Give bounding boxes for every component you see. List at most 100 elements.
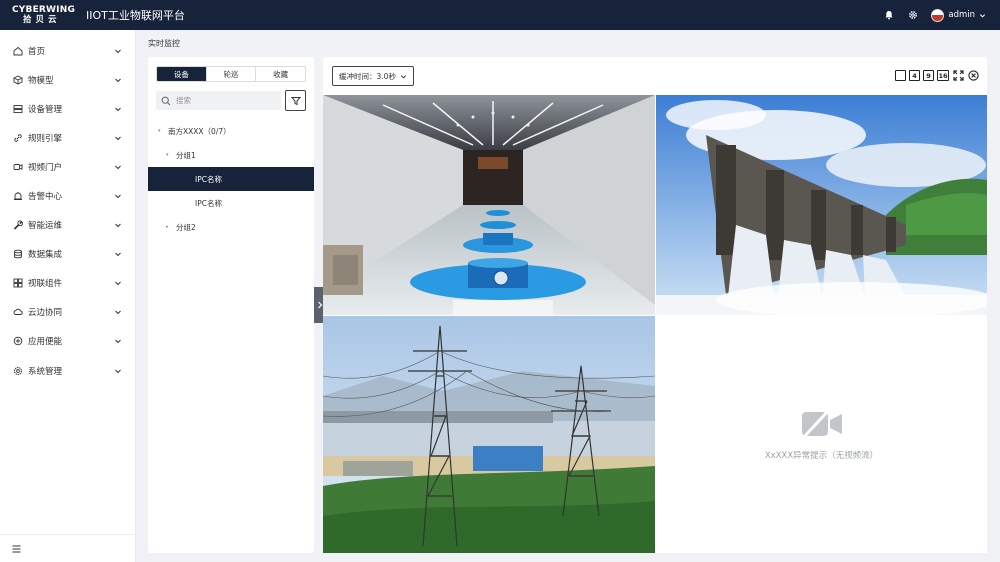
chevron-right-icon — [317, 301, 322, 309]
nav-list: 首页物模型设备管理规则引擎视频门户告警中心智能运维数据集成视联组件云边协同应用便… — [0, 36, 135, 385]
video-grid: XxXXX异常提示（无视频流） — [323, 95, 987, 553]
bell-icon[interactable] — [883, 9, 895, 21]
chevron-down-icon — [979, 13, 986, 17]
chevron-down-icon — [115, 165, 121, 170]
sidebar-item-3[interactable]: 规则引擎 — [0, 123, 135, 152]
apps-icon — [13, 336, 23, 346]
chevron-down-icon — [115, 369, 121, 373]
video-cell-4[interactable]: XxXXX异常提示（无视频流） — [656, 316, 987, 553]
breadcrumb: 实时监控 — [148, 39, 180, 48]
sidebar: 首页物模型设备管理规则引擎视频门户告警中心智能运维数据集成视联组件云边协同应用便… — [0, 30, 136, 562]
sidebar-item-label: 告警中心 — [28, 192, 63, 203]
tab-favorites[interactable]: 收藏 — [256, 67, 305, 81]
tree-node[interactable]: IPC名称 — [148, 191, 314, 215]
sidebar-item-label: 规则引擎 — [28, 133, 63, 144]
app-title: IIOT工业物联网平台 — [86, 9, 185, 22]
video-panel: 缓冲时间：3.0秒 4 9 16 XxXXX异常提示（无视频流） — [323, 57, 987, 553]
search-icon — [161, 96, 171, 105]
sidebar-item-10[interactable]: 应用便能 — [0, 327, 135, 356]
chevron-down-icon — [115, 311, 121, 315]
cube-icon — [13, 75, 23, 85]
sidebar-item-5[interactable]: 告警中心 — [0, 181, 135, 210]
fullscreen-icon[interactable] — [952, 70, 964, 82]
chevron-down-icon — [115, 78, 121, 82]
server-icon — [13, 104, 23, 114]
user-menu[interactable]: admin — [931, 8, 986, 22]
brand-logo[interactable]: CYBERWING 拾贝云 — [0, 4, 86, 25]
tree-node[interactable]: ▾ 分组1 — [148, 143, 314, 167]
cloud-icon — [13, 307, 23, 317]
link-icon — [13, 133, 23, 143]
sidebar-item-8[interactable]: 视联组件 — [0, 269, 135, 298]
sidebar-item-label: 应用便能 — [28, 337, 63, 348]
chevron-down-icon — [115, 281, 121, 286]
search-box — [156, 91, 281, 110]
caret-icon[interactable]: ▸ — [166, 224, 174, 230]
header-actions: admin — [883, 0, 986, 30]
top-header: CYBERWING 拾贝云 IIOT工业物联网平台 admin — [0, 0, 1000, 30]
chevron-down-icon — [115, 252, 121, 257]
sidebar-collapse-button[interactable] — [0, 534, 136, 562]
sidebar-item-9[interactable]: 云边协同 — [0, 298, 135, 327]
sidebar-item-label: 数据集成 — [28, 250, 63, 261]
layout-1-button[interactable] — [895, 70, 906, 81]
chevron-down-icon — [115, 223, 121, 228]
logo-cn: 拾贝云 — [23, 14, 61, 25]
database-icon — [13, 249, 23, 259]
device-tree: ▾ 南方XXXX（0/7） ▾ 分组1 IPC名称 IPC名称 ▸ 分组2 — [148, 119, 314, 239]
video-cell-2[interactable] — [656, 95, 987, 315]
sidebar-item-label: 首页 — [28, 46, 46, 57]
tree-node-label: 分组1 — [176, 150, 196, 160]
close-all-icon[interactable] — [967, 70, 979, 82]
tree-node-label: 南方XXXX（0/7） — [168, 126, 231, 136]
tree-node-label: 分组2 — [176, 222, 196, 232]
sidebar-item-label: 视联组件 — [28, 279, 63, 290]
video-cell-1[interactable] — [323, 95, 655, 315]
search-input[interactable] — [176, 96, 276, 105]
layout-9-button[interactable]: 9 — [923, 70, 934, 81]
sidebar-item-11[interactable]: 系统管理 — [0, 356, 135, 385]
chevron-down-icon — [115, 340, 121, 344]
tab-patrol[interactable]: 轮巡 — [207, 67, 257, 81]
video-icon — [13, 162, 23, 172]
tree-node[interactable]: IPC名称 — [148, 167, 314, 191]
sidebar-item-2[interactable]: 设备管理 — [0, 94, 135, 123]
tree-node[interactable]: ▾ 南方XXXX（0/7） — [148, 119, 314, 143]
gear-icon[interactable] — [907, 9, 919, 21]
chevron-down-icon — [115, 107, 121, 111]
chevron-down-icon — [115, 136, 121, 141]
buffer-time-select[interactable]: 缓冲时间：3.0秒 — [332, 66, 414, 86]
layout-4-button[interactable]: 4 — [909, 70, 920, 81]
sidebar-item-1[interactable]: 物模型 — [0, 65, 135, 94]
layout-16-button[interactable]: 16 — [937, 70, 949, 81]
tab-device[interactable]: 设备 — [157, 67, 207, 81]
sidebar-item-label: 智能运维 — [28, 221, 63, 232]
sidebar-item-label: 设备管理 — [28, 104, 63, 115]
sidebar-item-6[interactable]: 智能运维 — [0, 211, 135, 240]
components-icon — [13, 278, 23, 288]
caret-icon[interactable]: ▾ — [158, 128, 166, 134]
video-off-icon — [801, 409, 842, 438]
avatar — [931, 8, 945, 22]
caret-icon[interactable]: ▾ — [166, 152, 174, 158]
home-icon — [13, 46, 23, 56]
settings-icon — [13, 366, 23, 376]
tree-node-label: IPC名称 — [195, 174, 222, 184]
sidebar-item-7[interactable]: 数据集成 — [0, 240, 135, 269]
tree-node[interactable]: ▸ 分组2 — [148, 215, 314, 239]
chevron-down-icon — [115, 194, 121, 199]
username: admin — [948, 10, 975, 20]
filter-icon — [290, 96, 301, 105]
hydropower-hall-image — [323, 95, 655, 315]
device-tabs: 设备 轮巡 收藏 — [156, 66, 306, 82]
no-stream-message: XxXXX异常提示（无视频流） — [764, 450, 879, 461]
chevron-down-icon — [115, 49, 121, 53]
layout-controls: 4 9 16 — [895, 69, 979, 82]
video-cell-3[interactable] — [323, 316, 655, 553]
logo-en: CYBERWING — [12, 4, 76, 15]
filter-button[interactable] — [285, 90, 306, 111]
menu-icon — [12, 545, 21, 552]
sidebar-item-4[interactable]: 视频门户 — [0, 152, 135, 181]
sidebar-item-0[interactable]: 首页 — [0, 36, 135, 65]
sidebar-item-label: 系统管理 — [28, 366, 63, 377]
